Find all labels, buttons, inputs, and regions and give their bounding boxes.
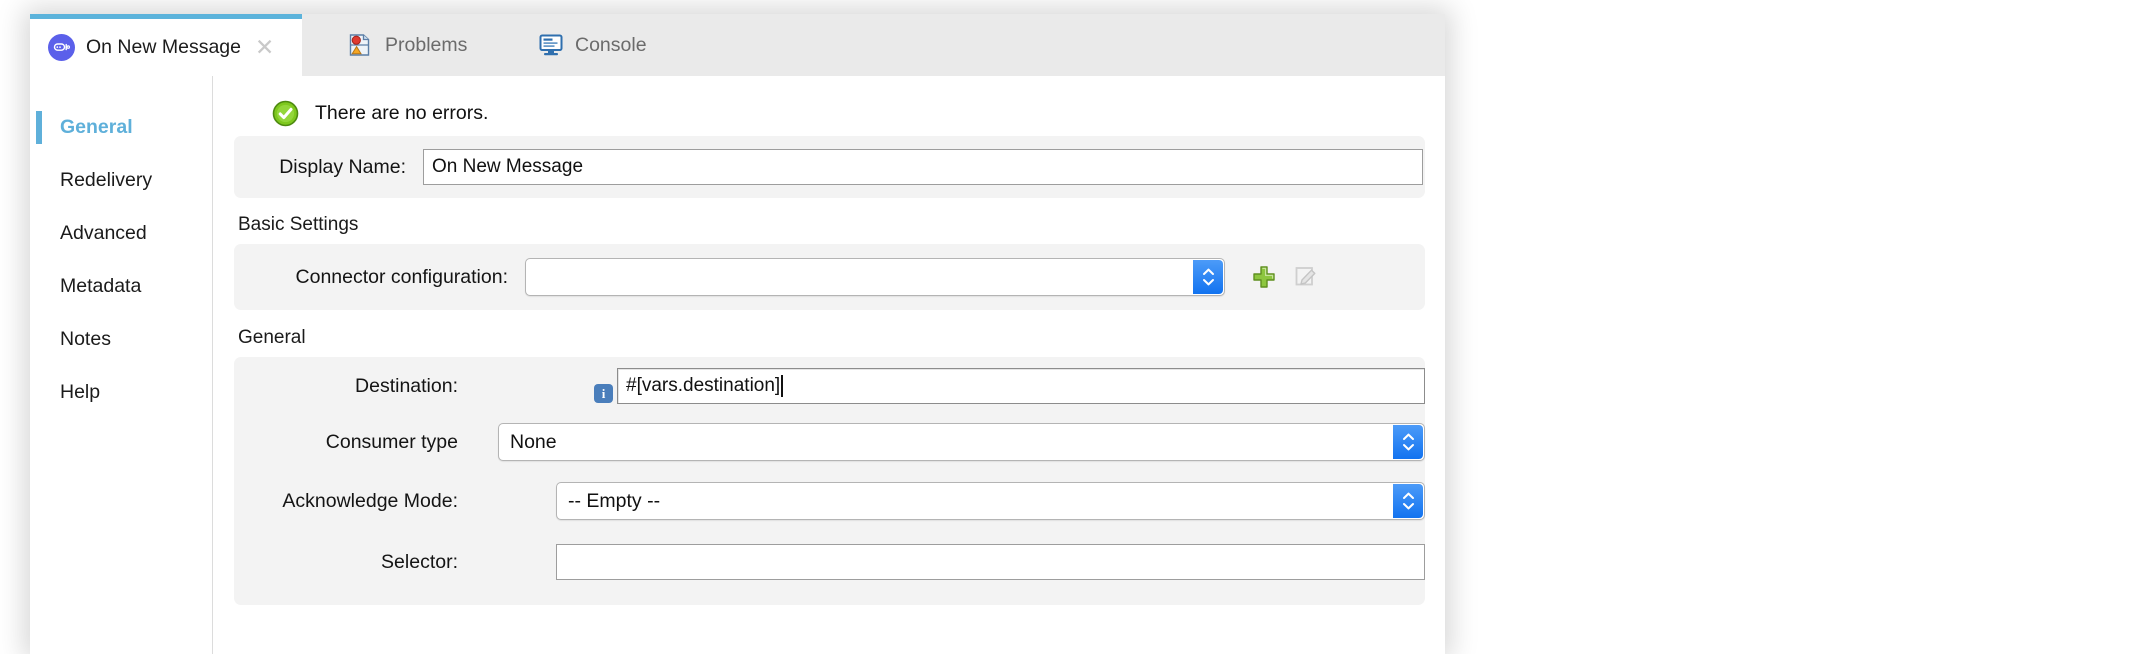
problems-icon: [348, 32, 374, 58]
sidebar-item-general[interactable]: General: [30, 101, 212, 154]
selector-row: Selector:: [234, 533, 1425, 591]
chevron-updown-icon[interactable]: [1393, 425, 1423, 459]
tab-on-new-message[interactable]: On New Message ✕: [30, 14, 302, 76]
sidebar-item-advanced[interactable]: Advanced: [30, 207, 212, 260]
acknowledge-mode-select[interactable]: -- Empty --: [556, 482, 1425, 520]
acknowledge-mode-row: Acknowledge Mode: -- Empty --: [234, 469, 1425, 533]
jms-connector-icon: [48, 34, 75, 61]
basic-settings-title: Basic Settings: [238, 214, 359, 235]
display-name-row: Display Name: On New Message: [234, 136, 1425, 198]
settings-sidebar: General Redelivery Advanced Metadata Not…: [30, 76, 213, 654]
general-panel: Destination: i #[vars.destination] Consu…: [234, 357, 1425, 605]
destination-value: #[vars.destination]: [626, 375, 781, 396]
selector-label: Selector:: [381, 550, 458, 573]
destination-input[interactable]: #[vars.destination]: [617, 368, 1425, 404]
console-icon: [538, 32, 564, 58]
info-icon[interactable]: i: [594, 384, 613, 403]
display-name-label: Display Name:: [279, 155, 406, 178]
destination-row: Destination: i #[vars.destination]: [234, 357, 1425, 415]
property-editor-window: On New Message ✕ Problems Console Genera…: [30, 14, 1445, 654]
sidebar-item-label: Advanced: [60, 222, 147, 244]
display-name-panel: Display Name: On New Message: [234, 136, 1425, 198]
selector-input[interactable]: [556, 544, 1425, 580]
add-connector-configuration-button[interactable]: [1247, 260, 1281, 294]
consumer-type-select[interactable]: None: [498, 423, 1425, 461]
consumer-type-label: Consumer type: [325, 430, 458, 453]
tab-label: On New Message: [86, 36, 241, 58]
acknowledge-mode-label: Acknowledge Mode:: [282, 489, 458, 512]
sidebar-item-notes[interactable]: Notes: [30, 313, 212, 366]
tab-problems[interactable]: Problems: [330, 14, 467, 76]
sidebar-item-label: Notes: [60, 328, 111, 350]
acknowledge-mode-value: -- Empty --: [568, 489, 661, 512]
chevron-updown-icon[interactable]: [1393, 484, 1423, 518]
tab-console[interactable]: Console: [520, 14, 647, 76]
connector-configuration-label: Connector configuration:: [295, 265, 508, 288]
sidebar-item-label: General: [60, 116, 133, 138]
editor-body: General Redelivery Advanced Metadata Not…: [30, 76, 1445, 654]
general-section-title: General: [238, 327, 306, 348]
sidebar-item-label: Metadata: [60, 275, 142, 297]
consumer-type-row: Consumer type None: [234, 415, 1425, 469]
display-name-input[interactable]: On New Message: [423, 149, 1423, 185]
chevron-updown-icon[interactable]: [1193, 260, 1223, 294]
sidebar-item-metadata[interactable]: Metadata: [30, 260, 212, 313]
close-icon[interactable]: ✕: [255, 36, 274, 59]
consumer-type-value: None: [510, 430, 557, 453]
success-check-icon: [272, 100, 299, 127]
tab-label: Problems: [385, 33, 468, 56]
screen-root: On New Message ✕ Problems Console Genera…: [0, 0, 2142, 654]
sidebar-item-label: Redelivery: [60, 169, 153, 191]
connector-configuration-row: Connector configuration:: [234, 244, 1425, 310]
tab-label: Console: [575, 33, 647, 56]
status-message: There are no errors.: [315, 101, 489, 124]
connector-configuration-select[interactable]: [525, 258, 1225, 296]
text-caret: [781, 375, 783, 397]
destination-label: Destination:: [355, 374, 458, 397]
settings-content: There are no errors. Display Name: On Ne…: [214, 76, 1445, 654]
edit-connector-configuration-button: [1289, 260, 1323, 294]
sidebar-item-help[interactable]: Help: [30, 366, 212, 419]
sidebar-item-label: Help: [60, 381, 101, 403]
basic-settings-panel: Connector configuration:: [234, 244, 1425, 310]
tab-strip: On New Message ✕ Problems Console: [30, 14, 1445, 76]
sidebar-item-redelivery[interactable]: Redelivery: [30, 154, 212, 207]
validation-status: There are no errors.: [214, 76, 1445, 130]
